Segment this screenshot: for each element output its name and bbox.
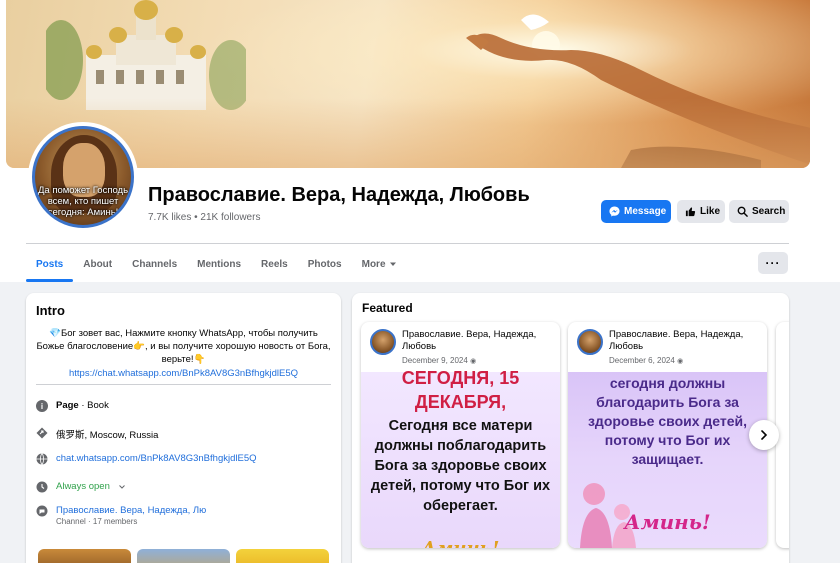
tab-label: More xyxy=(361,258,386,270)
card-avatar-icon[interactable] xyxy=(577,329,603,355)
tab-label: Photos xyxy=(307,258,342,270)
card-date-text: December 9, 2024 xyxy=(402,356,468,365)
carousel-next-button[interactable] xyxy=(749,420,779,450)
intro-divider xyxy=(36,384,331,385)
tab-photos[interactable]: Photos xyxy=(298,248,352,280)
like-button[interactable]: Like xyxy=(677,200,725,223)
card-header: Православие. Вера, Надежда, Любовь Decem… xyxy=(361,322,560,372)
avatar-caption: Да поможет Господь всем, кто пишет сегод… xyxy=(37,185,129,218)
chevron-down-icon[interactable] xyxy=(118,483,126,491)
intro-channel-name[interactable]: Православие. Вера, Надежда, Лю xyxy=(56,505,206,516)
card-date: December 6, 2024 ◉ xyxy=(609,356,683,365)
intro-title: Intro xyxy=(36,303,65,318)
tab-mentions[interactable]: Mentions xyxy=(187,248,251,280)
featured-card[interactable]: Православие. Вера, Надежда, Любовь Decem… xyxy=(361,322,560,548)
card-author[interactable]: Православие. Вера, Надежда, Любовь xyxy=(609,329,759,353)
intro-bio-link[interactable]: https://chat.whatsapp.com/BnPk8AV8G3nBfh… xyxy=(36,367,331,380)
intro-category-label: Page xyxy=(56,400,79,411)
caret-down-icon xyxy=(389,262,396,266)
intro-category-row: i Page · Book xyxy=(36,400,109,412)
messenger-icon xyxy=(609,206,620,217)
card-image[interactable]: СЕГОДНЯ, 15 ДЕКАБРЯ, Сегодня все матери … xyxy=(361,368,560,548)
search-button[interactable]: Search xyxy=(729,200,789,223)
tab-label: Channels xyxy=(132,258,178,270)
card-date-text: December 6, 2024 xyxy=(609,356,675,365)
globe-icon xyxy=(36,453,48,465)
page-tabs: Posts About Channels Mentions Reels Phot… xyxy=(26,248,407,282)
tab-label: About xyxy=(83,258,113,270)
page-header: Да поможет Господь всем, кто пишет сегод… xyxy=(0,0,840,282)
like-button-label: Like xyxy=(700,206,721,217)
tab-reels[interactable]: Reels xyxy=(251,248,298,280)
card-header: Православие. Вера, Надежда, Любовь Decem… xyxy=(568,322,767,372)
intro-channel-row: Православие. Вера, Надежда, Лю Channel ·… xyxy=(36,505,206,526)
intro-hours[interactable]: Always open xyxy=(56,481,110,492)
intro-location: 俄罗斯, Moscow, Russia xyxy=(56,430,159,441)
info-icon: i xyxy=(36,400,48,412)
page-stats[interactable]: 7.7K likes • 21K followers xyxy=(148,212,260,223)
photo-thumbnail[interactable] xyxy=(38,549,131,563)
card-closing: Аминь! xyxy=(624,510,711,534)
intro-category-value: · Book xyxy=(78,400,109,411)
card-body: сегодня должны благодарить Бога за здоро… xyxy=(587,375,748,467)
avatar-icon-image: Да поможет Господь всем, кто пишет сегод… xyxy=(32,126,134,228)
search-icon xyxy=(737,206,748,217)
tab-label: Posts xyxy=(36,258,64,270)
card-closing: Аминь! xyxy=(361,538,560,548)
header-divider xyxy=(26,243,789,244)
tab-label: Mentions xyxy=(197,258,242,270)
globe-icon: ◉ xyxy=(677,358,684,365)
search-button-label: Search xyxy=(752,206,786,217)
intro-channel: Православие. Вера, Надежда, Лю Channel ·… xyxy=(56,505,206,526)
clock-icon xyxy=(36,481,48,493)
intro-bio-text: 💎Бог зовет вас, Нажмите кнопку WhatsApp,… xyxy=(36,328,331,365)
card-image[interactable]: сегодня должны благодарить Бога за здоро… xyxy=(568,372,767,548)
channel-icon xyxy=(36,505,48,517)
page-title: Православие. Вера, Надежда, Любовь xyxy=(148,184,530,206)
tab-label: Reels xyxy=(261,258,288,270)
message-button[interactable]: Message xyxy=(601,200,671,223)
intro-website-link[interactable]: chat.whatsapp.com/BnPk8AV8G3nBfhgkjdlE5Q xyxy=(56,453,257,464)
more-options-button[interactable]: ··· xyxy=(758,252,788,274)
photo-thumbnail[interactable] xyxy=(236,549,329,563)
featured-title: Featured xyxy=(362,301,413,315)
featured-card[interactable]: Православие. Вера, Надежда, Любовь Decem… xyxy=(568,322,767,548)
card-headline: СЕГОДНЯ, 15 ДЕКАБРЯ, xyxy=(401,368,520,412)
intro-bio: 💎Бог зовет вас, Нажмите кнопку WhatsApp,… xyxy=(36,327,331,380)
photo-thumbnail[interactable] xyxy=(137,549,230,563)
intro-category: Page · Book xyxy=(56,400,109,411)
tab-posts[interactable]: Posts xyxy=(26,248,74,282)
tab-about[interactable]: About xyxy=(73,248,122,280)
card-date: December 9, 2024 ◉ xyxy=(402,356,476,365)
intro-card: Intro 💎Бог зовет вас, Нажмите кнопку Wha… xyxy=(26,293,341,563)
tab-channels[interactable]: Channels xyxy=(122,248,187,280)
photo-strip xyxy=(38,549,329,563)
church-illustration xyxy=(46,0,246,110)
card-avatar-icon[interactable] xyxy=(370,329,396,355)
intro-hours-row: Always open xyxy=(36,481,126,493)
intro-location-row: 俄罗斯, Moscow, Russia xyxy=(36,427,158,441)
tab-more[interactable]: More xyxy=(352,248,407,280)
thumbs-up-icon xyxy=(685,207,696,217)
globe-icon: ◉ xyxy=(470,358,477,365)
location-pin-icon xyxy=(36,427,48,439)
chevron-right-icon xyxy=(761,430,768,440)
intro-website-row: chat.whatsapp.com/BnPk8AV8G3nBfhgkjdlE5Q xyxy=(36,453,257,465)
card-author[interactable]: Православие. Вера, Надежда, Любовь xyxy=(402,329,552,353)
profile-avatar[interactable]: Да поможет Господь всем, кто пишет сегод… xyxy=(28,122,138,232)
card-body: Сегодня все матери должны поблагодарить … xyxy=(370,418,551,514)
featured-section: Featured Православие. Вера, Надежда, Люб… xyxy=(352,293,789,563)
intro-channel-meta: Channel · 17 members xyxy=(56,517,138,526)
message-button-label: Message xyxy=(624,206,667,217)
